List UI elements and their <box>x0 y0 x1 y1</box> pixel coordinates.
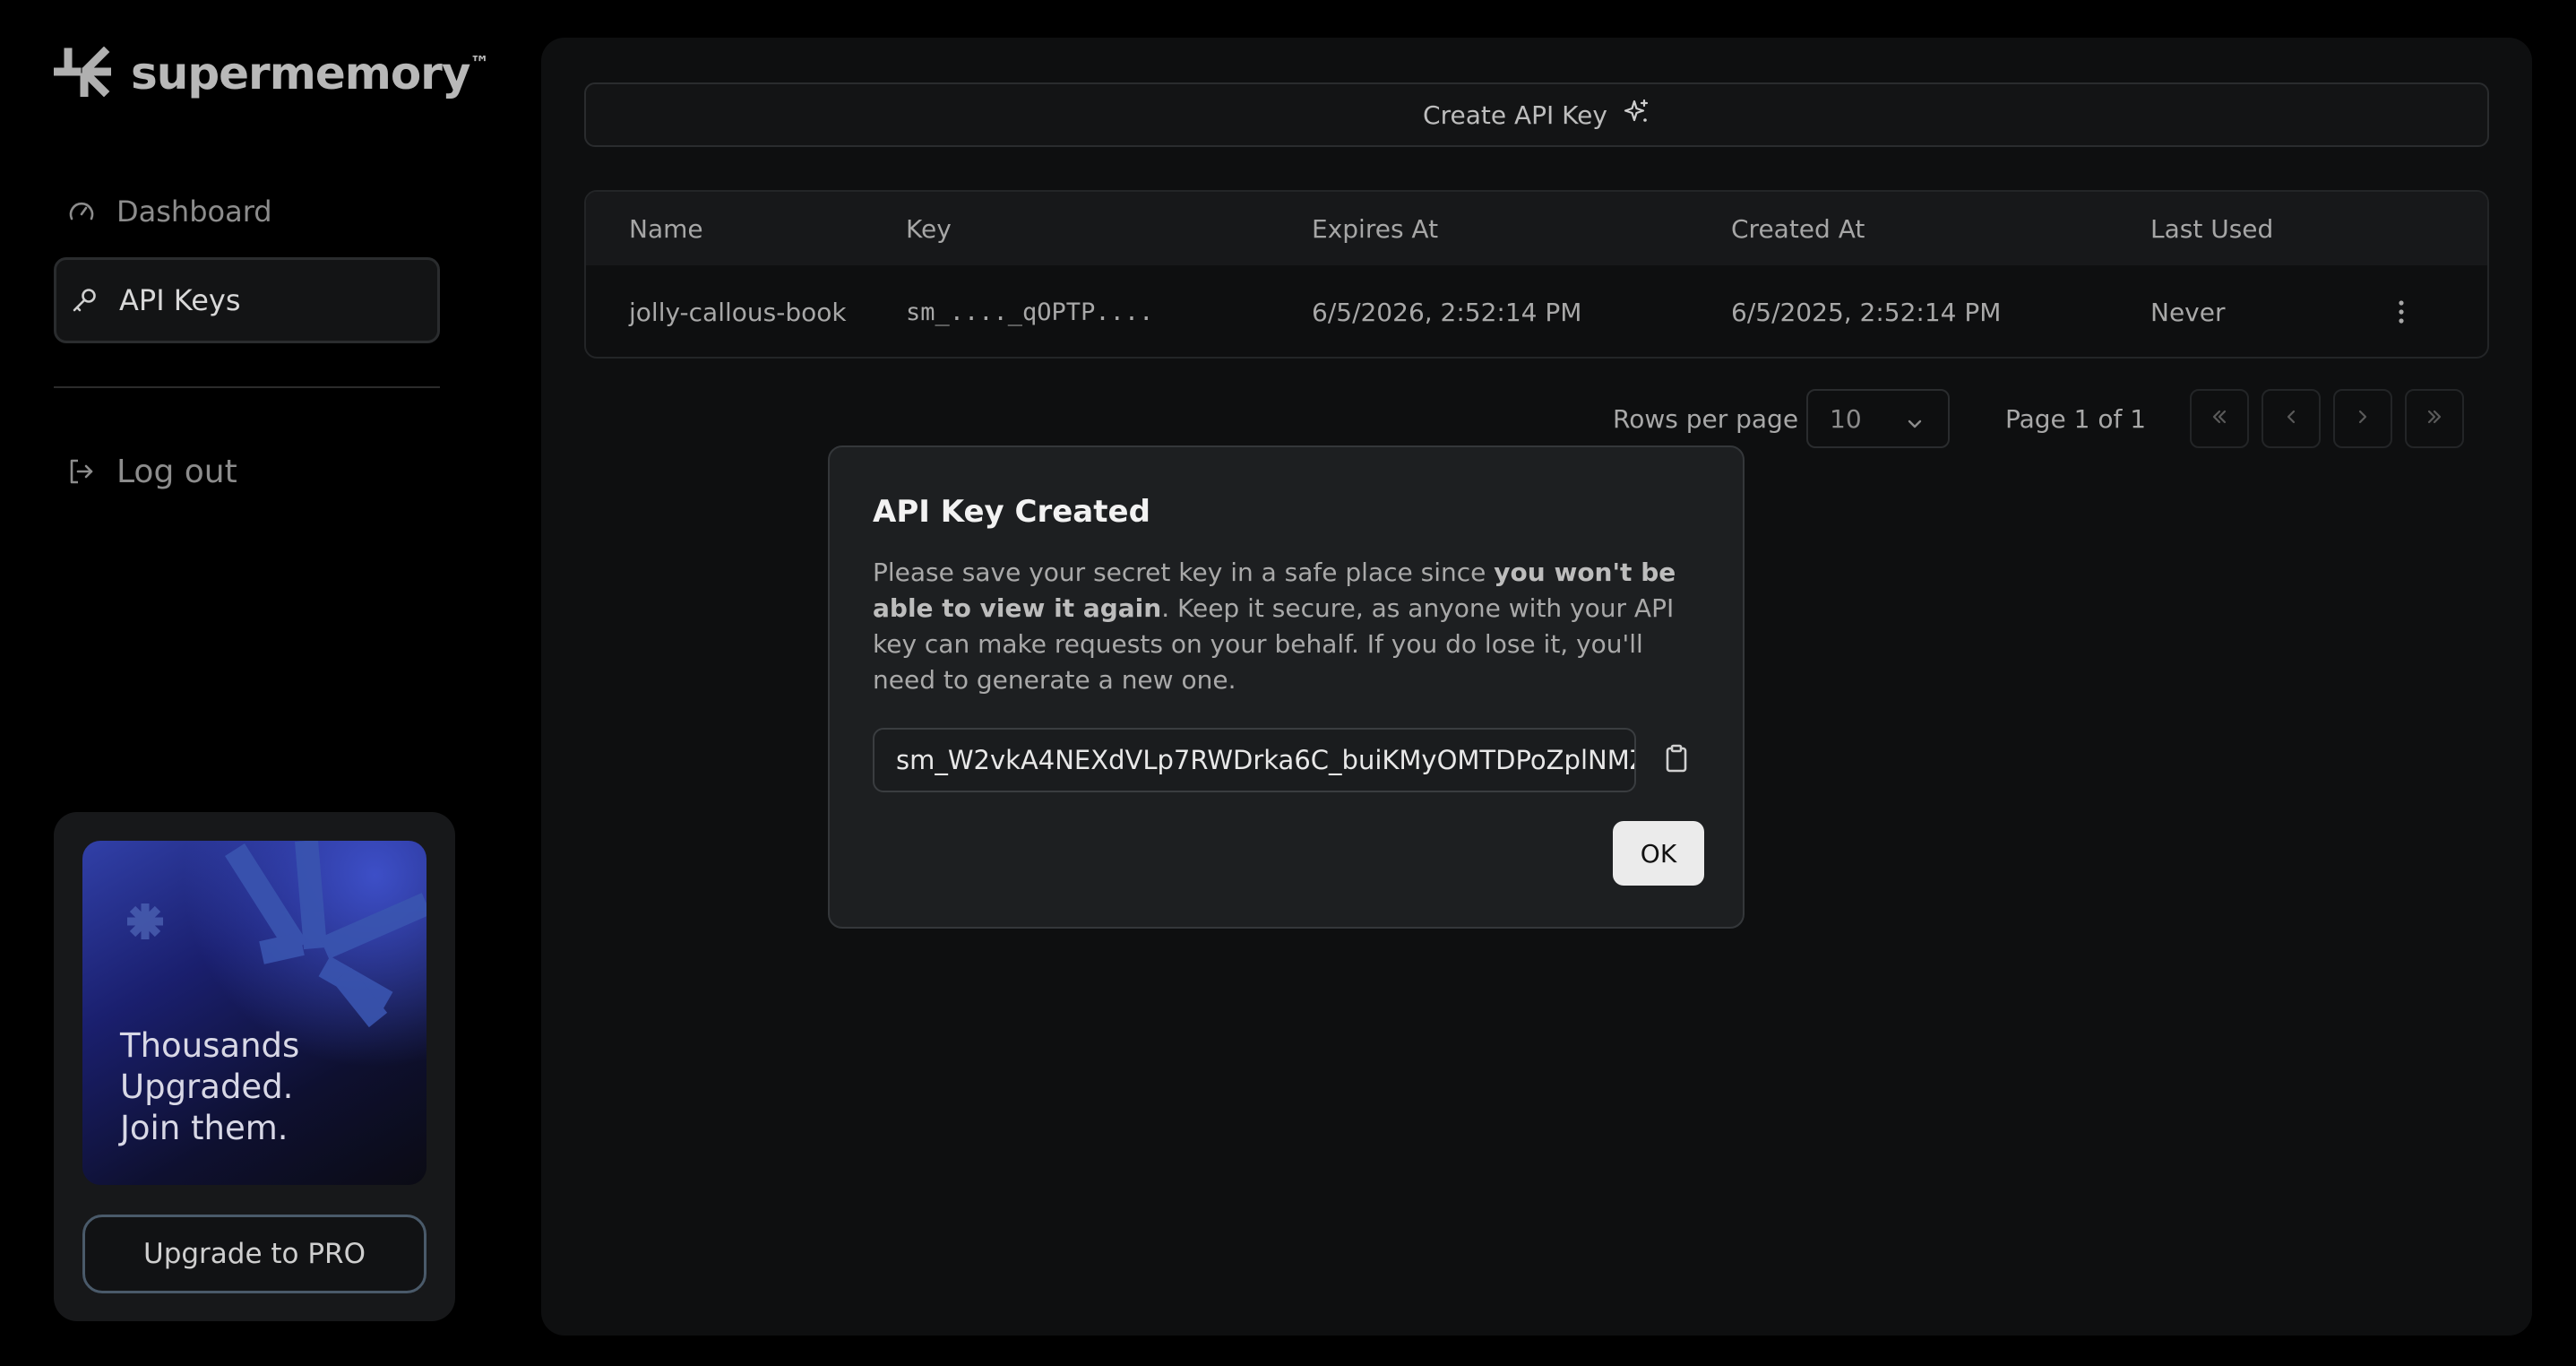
cell-expires-at: 6/5/2026, 2:52:14 PM <box>1312 297 1582 327</box>
next-page-button[interactable] <box>2333 389 2392 448</box>
last-page-button[interactable] <box>2405 389 2464 448</box>
rows-per-page-select[interactable]: 10 <box>1806 389 1950 448</box>
chevrons-right-icon <box>2424 404 2445 434</box>
api-keys-table: Name Key Expires At Created At Last Used… <box>584 190 2489 359</box>
pagination: Rows per page 10 Page 1 of 1 <box>541 389 2532 452</box>
supermemory-logo-icon <box>53 46 112 100</box>
api-key-input[interactable]: sm_W2vkA4NEXdVLp7RWDrka6C_buiKMyOMTDPoZp… <box>873 728 1636 792</box>
gauge-icon <box>66 196 97 227</box>
promo-text: Thousands Upgraded. Join them. <box>120 1026 300 1147</box>
cell-name: jolly-callous-book <box>629 297 847 327</box>
table-header: Name Key Expires At Created At Last Used <box>586 192 2487 265</box>
sidebar-divider <box>54 386 440 388</box>
cell-key: sm_...._qOPTP.... <box>906 298 1154 326</box>
column-header-last-used[interactable]: Last Used <box>2150 192 2273 265</box>
dialog-title: API Key Created <box>873 494 1150 530</box>
promo-banner: Thousands Upgraded. Join them. <box>82 841 426 1185</box>
create-api-key-label: Create API Key <box>1423 99 1607 130</box>
sidebar: supermemory™ Dashboard API Keys Log out <box>0 0 502 1366</box>
logout-icon <box>66 456 97 487</box>
logo-text: supermemory™ <box>131 48 489 99</box>
column-header-key[interactable]: Key <box>906 192 952 265</box>
copy-key-button[interactable] <box>1654 738 1699 782</box>
table-row[interactable]: jolly-callous-book sm_...._qOPTP.... 6/5… <box>586 265 2487 357</box>
create-api-key-button[interactable]: Create API Key <box>584 82 2489 147</box>
page-indicator: Page 1 of 1 <box>2005 403 2147 434</box>
key-icon <box>69 285 99 316</box>
sidebar-item-label: Dashboard <box>116 195 272 229</box>
upgrade-card: Thousands Upgraded. Join them. Upgrade t… <box>54 812 455 1321</box>
logout-button[interactable]: Log out <box>54 428 440 514</box>
api-key-created-dialog: API Key Created Please save your secret … <box>828 445 1745 929</box>
sidebar-item-dashboard[interactable]: Dashboard <box>54 169 440 255</box>
chevron-right-icon <box>2352 404 2374 434</box>
dialog-description: Please save your secret key in a safe pl… <box>873 558 1676 695</box>
column-header-expires-at[interactable]: Expires At <box>1312 192 1438 265</box>
previous-page-button[interactable] <box>2262 389 2321 448</box>
clipboard-icon <box>1662 743 1691 777</box>
chevrons-left-icon <box>2209 404 2230 434</box>
first-page-button[interactable] <box>2190 389 2249 448</box>
sparkles-icon <box>1622 98 1650 133</box>
logout-label: Log out <box>116 453 237 490</box>
chevron-down-icon <box>1905 411 1925 440</box>
rows-per-page-label: Rows per page <box>1613 403 1799 434</box>
cell-created-at: 6/5/2025, 2:52:14 PM <box>1731 297 2002 327</box>
chevron-left-icon <box>2280 404 2302 434</box>
more-vertical-icon[interactable] <box>2396 265 2407 357</box>
logo[interactable]: supermemory™ <box>53 46 489 100</box>
column-header-name[interactable]: Name <box>629 192 703 265</box>
rows-per-page-value: 10 <box>1830 403 1862 434</box>
upgrade-to-pro-button[interactable]: Upgrade to PRO <box>82 1215 426 1293</box>
ok-button[interactable]: OK <box>1613 821 1704 886</box>
sidebar-item-label: API Keys <box>119 283 241 317</box>
column-header-created-at[interactable]: Created At <box>1731 192 1865 265</box>
sidebar-item-api-keys[interactable]: API Keys <box>54 257 440 343</box>
cell-last-used: Never <box>2150 297 2226 327</box>
